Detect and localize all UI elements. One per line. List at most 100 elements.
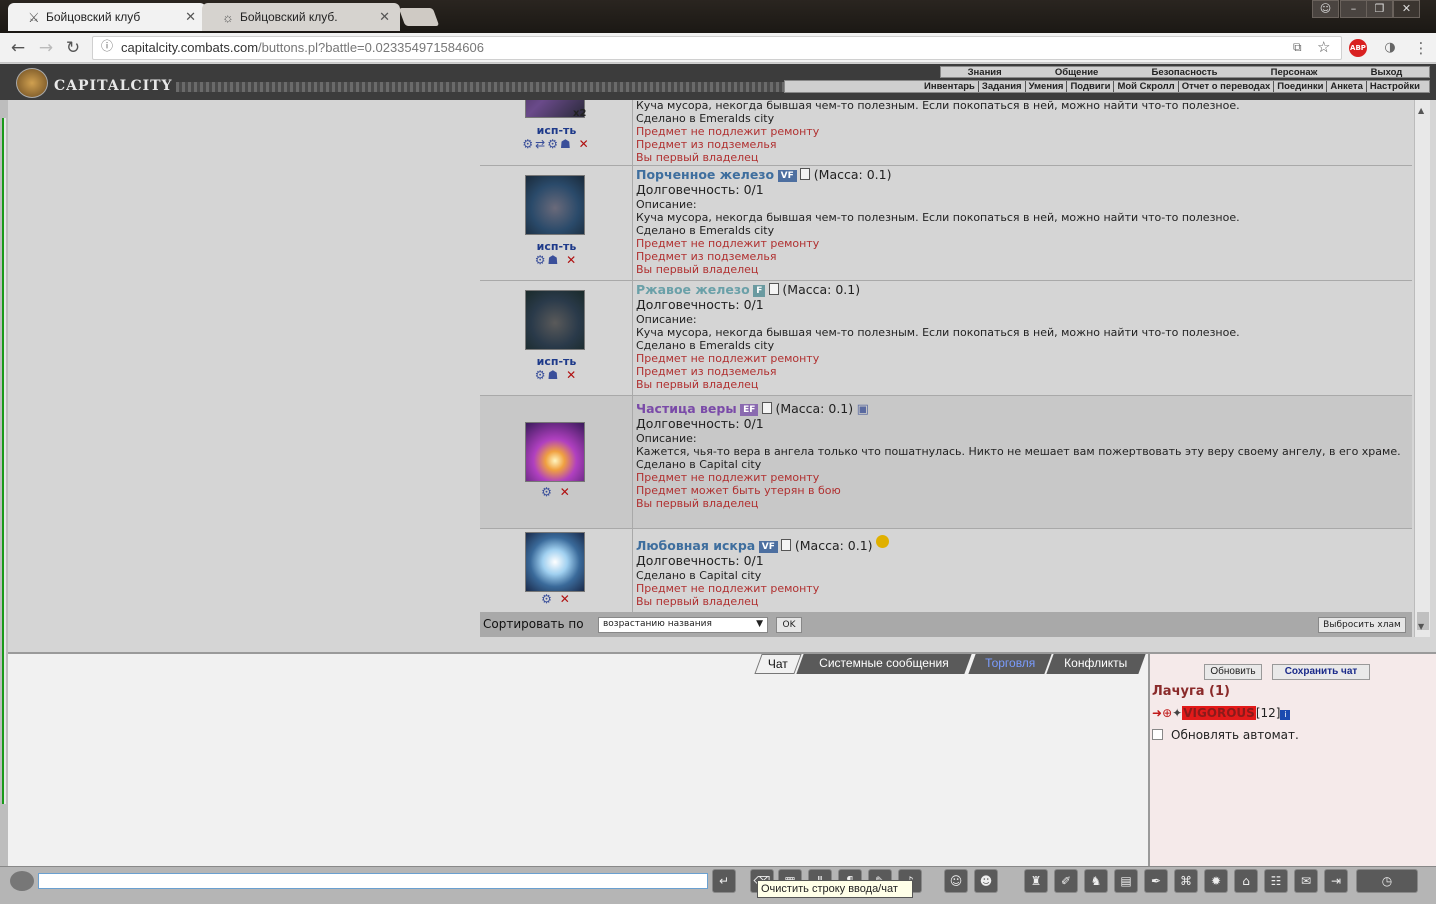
sort-select[interactable]: возрастанию названия ▼ bbox=[598, 617, 768, 633]
submenu-my-scroll[interactable]: Мой Скролл bbox=[1113, 81, 1177, 92]
item-note: Предмет не подлежит ремонту bbox=[636, 582, 820, 595]
user-info-icon[interactable]: i bbox=[1280, 710, 1291, 720]
restore-button[interactable]: ❐ bbox=[1366, 0, 1393, 18]
menu-kebab-icon[interactable]: ⋮ bbox=[1412, 39, 1430, 57]
house-icon[interactable]: ⌂ bbox=[1234, 869, 1258, 893]
delete-icon[interactable]: ✕ bbox=[566, 368, 578, 382]
submenu-quests[interactable]: Задания bbox=[977, 81, 1025, 92]
transfer-icon[interactable]: ⚙ bbox=[541, 592, 554, 606]
item-name[interactable]: Частица веры bbox=[636, 401, 737, 416]
user-name[interactable]: VIGOROUS bbox=[1182, 706, 1256, 720]
close-tab-icon[interactable]: ✕ bbox=[379, 9, 390, 25]
sort-ok-button[interactable]: OK bbox=[776, 617, 802, 633]
shirt-icon[interactable]: ☗ bbox=[560, 137, 573, 151]
align-icon: ✦ bbox=[1172, 706, 1183, 720]
delete-icon[interactable]: ✕ bbox=[560, 485, 572, 499]
swap-icon[interactable]: ⇄ bbox=[535, 137, 547, 151]
scroll-icon[interactable]: ✐ bbox=[1054, 869, 1078, 893]
menu-exit[interactable]: Выход bbox=[1371, 67, 1403, 78]
submenu-transfer-report[interactable]: Отчет о переводах bbox=[1177, 81, 1274, 92]
use-item-link[interactable]: исп-ть bbox=[480, 124, 633, 137]
chat-options-icon[interactable] bbox=[10, 871, 34, 891]
shirt-icon[interactable]: ☗ bbox=[548, 368, 561, 382]
browser-tab-active[interactable]: ⚔ Бойцовский клуб ✕ bbox=[8, 3, 206, 31]
menu-knowledge[interactable]: Знания bbox=[968, 67, 1002, 78]
new-tab-button[interactable] bbox=[398, 8, 440, 26]
submenu-skills[interactable]: Умения bbox=[1024, 81, 1067, 92]
transfer-icon[interactable]: ⚙ bbox=[547, 137, 560, 151]
submenu-inventory[interactable]: Инвентарь bbox=[921, 81, 978, 92]
scroll-up-icon[interactable]: ▲ bbox=[1418, 106, 1424, 115]
submenu-achievements[interactable]: Подвиги bbox=[1066, 81, 1113, 92]
item-image[interactable] bbox=[525, 532, 585, 592]
transfer-icon[interactable]: ⚙ bbox=[535, 253, 548, 267]
close-window-button[interactable]: ✕ bbox=[1393, 0, 1420, 18]
translate-icon[interactable]: ⧉ bbox=[1293, 40, 1302, 55]
profile-icon[interactable]: ☺ bbox=[1312, 0, 1339, 18]
close-tab-icon[interactable]: ✕ bbox=[185, 9, 196, 25]
delete-icon[interactable]: ✕ bbox=[560, 592, 572, 606]
sack-icon[interactable]: ♞ bbox=[1084, 869, 1108, 893]
back-arrow-icon[interactable]: ← bbox=[8, 38, 28, 58]
scroll-down-icon[interactable]: ▼ bbox=[1418, 622, 1424, 631]
quill-icon[interactable]: ✒ bbox=[1144, 869, 1168, 893]
submenu-battles[interactable]: Поединки bbox=[1273, 81, 1326, 92]
gear-icon[interactable]: ✹ bbox=[1204, 869, 1228, 893]
item-image[interactable] bbox=[525, 290, 585, 350]
inventory-scrollbar[interactable]: ▲ ▼ bbox=[1414, 100, 1430, 637]
info-icon[interactable]: ⓘ bbox=[101, 40, 871, 53]
clock-timer-icon[interactable]: ◷ bbox=[1356, 869, 1418, 893]
friends-icon[interactable]: ☻ bbox=[974, 869, 998, 893]
item-image[interactable] bbox=[525, 175, 585, 235]
use-item-link[interactable]: исп-ть bbox=[480, 355, 633, 368]
browser-tab-inactive[interactable]: ☼ Бойцовский клуб. ✕ bbox=[202, 3, 400, 31]
exit-icon[interactable]: ⇥ bbox=[1324, 869, 1348, 893]
menu-communication[interactable]: Общение bbox=[1055, 67, 1098, 78]
forward-arrow-icon[interactable]: → bbox=[36, 38, 56, 58]
item-name[interactable]: Любовная искра bbox=[636, 538, 755, 553]
transfer-icon[interactable]: ⚙ bbox=[522, 137, 535, 151]
mail-icon[interactable]: ✉ bbox=[1294, 869, 1318, 893]
transfer-icon[interactable]: ⚙ bbox=[541, 485, 554, 499]
pipe-icon[interactable]: ⌘ bbox=[1174, 869, 1198, 893]
tab-trade[interactable]: Торговля bbox=[968, 654, 1052, 674]
minimize-button[interactable]: – bbox=[1340, 0, 1367, 18]
auto-refresh-checkbox[interactable] bbox=[1152, 729, 1163, 740]
user-entry: ➜⊕✦VIGOROUS[12] i bbox=[1152, 706, 1291, 720]
chest-icon[interactable]: ▤ bbox=[1114, 869, 1138, 893]
menu-character[interactable]: Персонаж bbox=[1271, 67, 1318, 78]
star-bookmark-icon[interactable]: ☆ bbox=[1317, 38, 1330, 56]
discard-junk-button[interactable]: Выбросить хлам bbox=[1318, 617, 1406, 633]
item-image[interactable] bbox=[525, 422, 585, 482]
refresh-button[interactable]: Обновить bbox=[1204, 664, 1262, 680]
bag-icon[interactable]: ♜ bbox=[1024, 869, 1048, 893]
tab-conflicts[interactable]: Конфликты bbox=[1046, 654, 1146, 674]
adblock-icon[interactable]: ABP bbox=[1349, 39, 1367, 57]
document-icon[interactable] bbox=[781, 539, 792, 551]
enter-icon[interactable]: ↵ bbox=[712, 869, 736, 893]
transfer-icon[interactable]: ⚙ bbox=[535, 368, 548, 382]
document-icon[interactable] bbox=[800, 168, 811, 180]
reload-icon[interactable]: ↻ bbox=[63, 38, 83, 58]
item-name[interactable]: Ржавое железо bbox=[636, 282, 750, 297]
chat-input[interactable] bbox=[38, 873, 708, 889]
submenu-profile[interactable]: Анкета bbox=[1326, 81, 1365, 92]
item-name[interactable]: Порченное железо bbox=[636, 167, 774, 182]
document-icon[interactable] bbox=[768, 283, 779, 295]
menu-security[interactable]: Безопасность bbox=[1152, 67, 1218, 78]
item-note: Предмет может быть утерян в бою bbox=[636, 484, 841, 497]
shirt-icon[interactable]: ☗ bbox=[548, 253, 561, 267]
private-arrow-icon[interactable]: ➜ bbox=[1152, 706, 1162, 720]
delete-icon[interactable]: ✕ bbox=[579, 137, 591, 151]
submenu-settings[interactable]: Настройки bbox=[1365, 81, 1423, 92]
use-item-link[interactable]: исп-ть bbox=[480, 240, 633, 253]
tab-chat[interactable]: Чат bbox=[754, 654, 802, 674]
smiley-icon[interactable]: ☺ bbox=[944, 869, 968, 893]
group-icon[interactable]: ☷ bbox=[1264, 869, 1288, 893]
document-icon[interactable] bbox=[761, 402, 772, 414]
extension-icon[interactable]: ◑ bbox=[1381, 39, 1399, 57]
save-chat-button[interactable]: Сохранить чат bbox=[1272, 664, 1370, 680]
delete-icon[interactable]: ✕ bbox=[566, 253, 578, 267]
tab-system-messages[interactable]: Системные сообщения bbox=[796, 654, 972, 674]
address-bar[interactable]: ⓘ capitalcity.combats.com/buttons.pl?bat… bbox=[92, 36, 1342, 60]
